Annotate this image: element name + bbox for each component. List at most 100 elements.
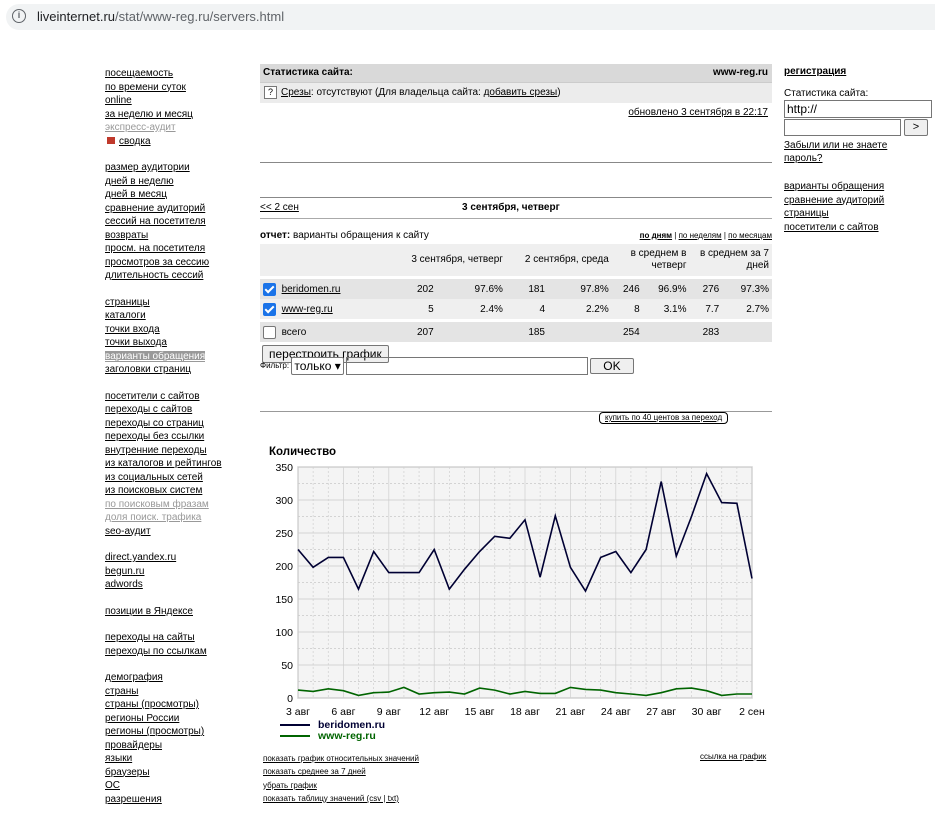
nav-item[interactable]: direct.yandex.ru [105, 551, 245, 565]
nav-item[interactable]: страны [105, 685, 245, 699]
slices-link[interactable]: Срезы [281, 87, 311, 98]
right-link[interactable]: страницы [784, 207, 934, 221]
nav-item[interactable]: online [105, 94, 245, 108]
site-url-input[interactable]: http:// [784, 100, 932, 118]
cell-percent: 2.4% [436, 299, 506, 319]
nav-item[interactable]: страницы [105, 296, 245, 310]
help-icon[interactable]: ? [264, 85, 277, 99]
nav-item[interactable]: страны (просмотры) [105, 698, 245, 712]
nav-item[interactable]: по времени суток [105, 81, 245, 95]
buy-link[interactable]: купить по 40 центов за переход [599, 412, 729, 424]
nav-item[interactable]: по поисковым фразам [105, 498, 245, 512]
nav-item[interactable]: экспресс-аудит [105, 121, 245, 135]
nav-item[interactable]: провайдеры [105, 739, 245, 753]
table-row: www-reg.ru 5 2.4% 4 2.2% 8 3.1% 7.7 2.7% [260, 299, 772, 319]
nav-item[interactable]: каталоги [105, 309, 245, 323]
nav-item[interactable]: просм. на посетителя [105, 242, 245, 256]
nav-item[interactable]: доля поиск. трафика [105, 511, 245, 525]
chart-title: Количество [269, 446, 336, 458]
nav-item[interactable]: точки выхода [105, 336, 245, 350]
nav-item-label: страны [105, 685, 139, 697]
nav-item[interactable]: дней в неделю [105, 175, 245, 189]
right-link[interactable]: посетители с сайтов [784, 221, 934, 235]
nav-item-label: сравнение аудиторий [105, 202, 206, 214]
nav-item[interactable]: регионы (просмотры) [105, 725, 245, 739]
nav-item[interactable]: внутренние переходы [105, 444, 245, 458]
cell-percent: 2.7% [722, 299, 772, 319]
slices-bar: ? Срезы: отсутствуют (Для владельца сайта… [260, 82, 772, 103]
nav-item-label: begun.ru [105, 565, 145, 577]
nav-item[interactable]: переходы с сайтов [105, 403, 245, 417]
nav-item[interactable]: размер аудитории [105, 161, 245, 175]
go-button[interactable]: > [904, 119, 928, 136]
nav-item[interactable]: сравнение аудиторий [105, 202, 245, 216]
nav-item[interactable]: из каталогов и рейтингов [105, 457, 245, 471]
password-input[interactable] [784, 119, 901, 136]
prev-day-link[interactable]: << 2 сен [260, 198, 299, 218]
filter-input[interactable] [346, 357, 589, 375]
nav-item[interactable]: переходы на сайты [105, 631, 245, 645]
y-tick-label: 100 [275, 627, 293, 639]
cell-value: 185 [505, 322, 548, 342]
right-link[interactable]: варианты обращения [784, 180, 934, 194]
y-tick-label: 150 [275, 594, 293, 606]
period-days[interactable]: по дням [640, 231, 672, 240]
nav-item[interactable]: браузеры [105, 766, 245, 780]
period-months[interactable]: по месяцам [728, 231, 772, 240]
nav-item[interactable]: посетители с сайтов [105, 390, 245, 404]
nav-item[interactable]: позиции в Яндексе [105, 605, 245, 619]
nav-item[interactable]: заголовки страниц [105, 363, 245, 377]
register-link[interactable]: регистрация [784, 66, 934, 77]
nav-item[interactable]: разрешения [105, 793, 245, 807]
nav-item[interactable]: за неделю и месяц [105, 108, 245, 122]
cell-value: 276 [689, 279, 723, 299]
nav-item[interactable]: посещаемость [105, 67, 245, 81]
nav-item[interactable]: begun.ru [105, 565, 245, 579]
nav-item[interactable]: возвраты [105, 229, 245, 243]
nav-item[interactable]: просмотров за сессию [105, 256, 245, 270]
nav-item[interactable]: переходы без ссылки [105, 430, 245, 444]
hide-chart-link[interactable]: убрать график [263, 779, 419, 792]
row-name-link[interactable]: beridomen.ru [282, 284, 341, 295]
nav-item[interactable]: варианты обращения [105, 350, 245, 364]
add-slices-link[interactable]: добавить срезы [484, 87, 558, 98]
nav-item[interactable]: ОС [105, 779, 245, 793]
show-relative-link[interactable]: показать график относительных значений [263, 752, 419, 765]
nav-item[interactable]: точки входа [105, 323, 245, 337]
nav-item-label: дней в неделю [105, 175, 174, 187]
x-tick-label: 18 авг [510, 706, 540, 718]
nav-item[interactable]: переходы по ссылкам [105, 645, 245, 659]
nav-item[interactable]: дней в месяц [105, 188, 245, 202]
forgot-password-link[interactable]: Забыли или не знаете пароль? [784, 139, 904, 165]
filter-select[interactable]: только ▾ [291, 357, 344, 375]
period-weeks[interactable]: по неделям [679, 231, 722, 240]
nav-item[interactable]: из поисковых систем [105, 484, 245, 498]
nav-item[interactable]: seo-аудит [105, 525, 245, 539]
total-checkbox[interactable] [263, 325, 276, 339]
nav-item[interactable]: демография [105, 671, 245, 685]
report-title: варианты обращения к сайту [290, 230, 429, 241]
url-text[interactable]: liveinternet.ru/stat/www-reg.ru/servers.… [37, 9, 284, 24]
ok-button[interactable]: OK [590, 358, 634, 374]
nav-item[interactable]: из социальных сетей [105, 471, 245, 485]
nav-item[interactable]: регионы России [105, 712, 245, 726]
show-table-link[interactable]: показать таблицу значений (csv | txt) [263, 792, 419, 805]
row-name-link[interactable]: www-reg.ru [282, 304, 333, 315]
nav-item[interactable]: языки [105, 752, 245, 766]
nav-item[interactable]: переходы со страниц [105, 417, 245, 431]
nav-item[interactable]: сессий на посетителя [105, 215, 245, 229]
nav-item[interactable]: adwords [105, 578, 245, 592]
nav-group: страницы каталоги точки входа точки выхода в… [105, 296, 245, 377]
show-average-link[interactable]: показать среднее за 7 дней [263, 765, 419, 778]
chart-link[interactable]: ссылка на график [700, 752, 766, 761]
right-link[interactable]: сравнение аудиторий [784, 194, 934, 208]
updated-link[interactable]: обновлено 3 сентября в 22:17 [628, 107, 768, 118]
x-tick-label: 12 авг [419, 706, 449, 718]
series-checkbox[interactable] [263, 302, 276, 316]
nav-group: посетители с сайтов переходы с сайтов пере… [105, 390, 245, 539]
nav-item[interactable]: длительность сессий [105, 269, 245, 283]
nav-item[interactable]: сводка [105, 135, 245, 149]
site-info-icon[interactable]: i [12, 9, 26, 23]
series-checkbox[interactable] [263, 282, 276, 296]
nav-item-label: за неделю и месяц [105, 108, 193, 120]
